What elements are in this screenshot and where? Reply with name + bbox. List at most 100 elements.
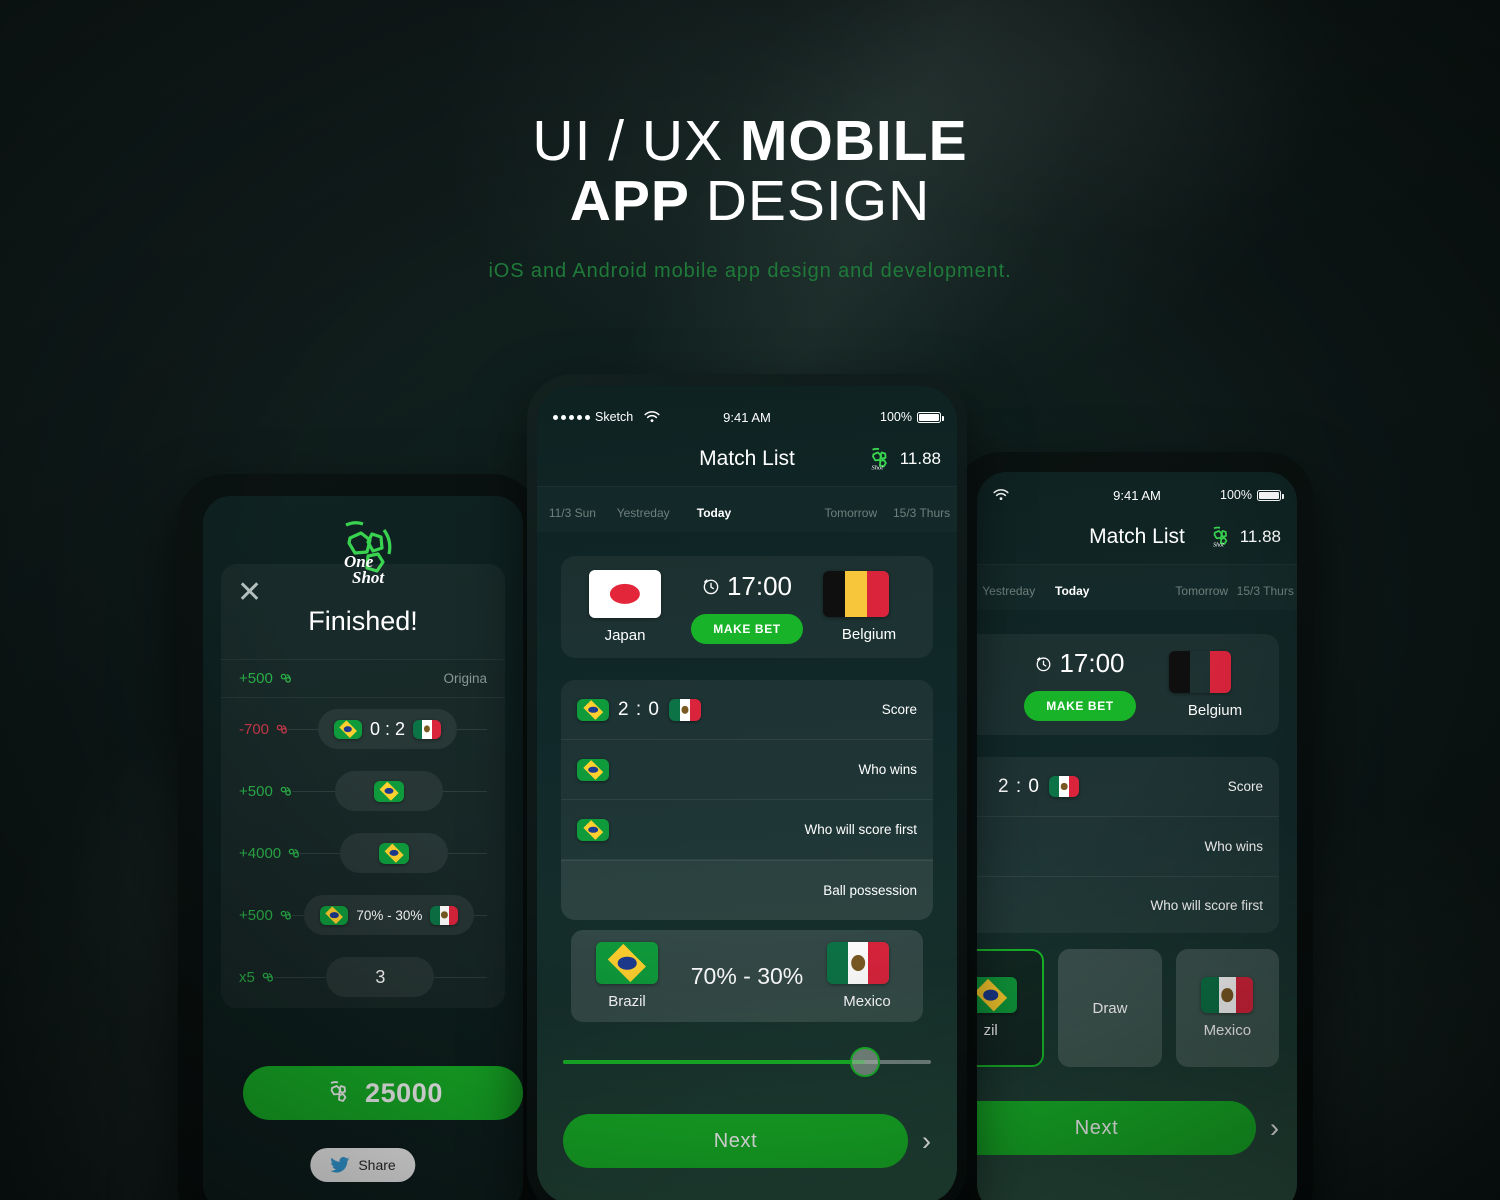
flag-brazil [320,905,349,925]
home-team: Japan [579,570,671,644]
status-time: 9:41 AM [1113,487,1161,503]
score-value: 2 : 0 [998,775,1040,797]
bet-result-row[interactable]: +4000 [221,822,505,884]
payout-amount: 25000 [364,1077,444,1108]
make-bet-button[interactable]: MAKE BET [691,613,803,644]
choice-mexico[interactable]: Mexico [1175,949,1279,1067]
possession-slider[interactable] [563,1047,931,1077]
payout-button[interactable]: 25000 [243,1066,523,1120]
original-stake-row: +500 Origina [221,659,505,698]
finished-modal: ✕ Finished! +500 Origina -700 0: 2 +500… [221,564,505,1008]
tab-11-3-sun[interactable]: 11/3 Sun [537,506,608,532]
phone-center-screen: Sketch 9:41 AM 100% Match List Shot 11.8… [537,386,957,1200]
choice-label: Mexico [1203,1022,1252,1039]
coin-icon [262,972,273,982]
chevron-right-icon[interactable]: › [922,1127,931,1155]
flag-brazil [977,977,1017,1013]
hero-line1-light: UI / UX [532,109,740,173]
next-row: Next › [977,1101,1279,1155]
coin-icon [280,910,291,920]
hero-section: UI / UX MOBILE APP DESIGN iOS and Androi… [0,112,1500,283]
one-shot-ball-icon: Shot [1213,526,1227,549]
tab-yestreday[interactable]: Yestreday [608,506,679,532]
tab-tomorrow[interactable]: Tomorrow [815,506,886,532]
bet-result-pill: 0 : 2 [318,709,458,749]
tab-15-3-thurs[interactable]: 15/3 Thurs [886,506,957,532]
match-card[interactable]: 17:00 MAKE BET Belgium [977,634,1279,735]
bet-result-row[interactable]: x5 3 [221,946,505,1008]
bet-result-row[interactable]: +500 [221,760,505,822]
page-title: UI / UX MOBILE APP DESIGN [0,112,1500,230]
svg-text:Shot: Shot [1213,543,1224,549]
wifi-icon [993,489,1009,500]
next-button[interactable]: Next [977,1101,1256,1155]
modal-header: ✕ Finished! [221,564,505,659]
tab-15-3-thurs[interactable]: 15/3 Thurs [1234,584,1298,610]
bet-row-who-wins[interactable]: Who wins [977,817,1279,877]
modal-title: Finished! [308,606,418,636]
share-button[interactable]: Share [310,1148,416,1182]
possession-panel[interactable]: Brazil 70% - 30% Mexico [571,930,923,1022]
bet-amount: x5 [239,969,274,986]
make-bet-button[interactable]: MAKE BET [1024,691,1136,721]
flag-mexico [1048,776,1079,797]
bet-amount: +500 [239,907,292,924]
choice-brazil[interactable]: zil [977,949,1045,1067]
bet-amount: +4000 [239,845,300,862]
tab-tomorrow[interactable]: Tomorrow [1170,584,1234,610]
slider-knob[interactable] [849,1047,880,1077]
battery-percent: 100% [1220,488,1253,502]
tab-yestreday[interactable]: Yestreday [977,584,1041,610]
tab-today[interactable]: Today [1041,584,1105,610]
bet-row-possession[interactable]: Ball possession [561,860,933,920]
next-button[interactable]: Next [563,1114,908,1168]
clock-icon [703,579,719,595]
match-card[interactable]: Japan 17:00 MAKE BET Belgium [561,556,933,658]
bet-amount: -700 [239,721,288,738]
flag-mexico [1201,977,1254,1013]
bet-options-card: 2 : 0 Score Who wins Who will score firs… [561,680,933,920]
close-icon[interactable]: ✕ [237,578,262,608]
date-tabs[interactable]: Yestreday Today Tomorrow 15/3 Thurs [977,564,1297,610]
chevron-right-icon[interactable]: › [1270,1114,1279,1142]
match-center: 17:00 MAKE BET [671,571,823,644]
bet-row-score-first[interactable]: Who will score first [561,800,933,860]
flag-mexico [827,942,889,984]
kickoff-value: 17:00 [1059,648,1125,678]
tab-today[interactable]: Today [679,506,750,532]
bet-result-row[interactable]: -700 0 : 2 [221,698,505,760]
connector-line [457,728,487,730]
flag-mexico [413,719,442,739]
choice-draw[interactable]: Draw [1058,949,1162,1067]
bet-result-row[interactable]: +500 70% - 30% [221,884,505,946]
connector-line [443,790,488,792]
battery-icon [1257,489,1284,501]
bet-result-pill: 70% - 30% [304,895,475,935]
connector-line [273,976,327,978]
flag-mexico [668,698,701,721]
slider-fill [563,1060,865,1064]
balance-display[interactable]: Shot 11.88 [1207,524,1281,550]
match-center: 17:00 MAKE BET [991,648,1169,721]
wifi-icon [644,411,660,422]
balance-value: 11.88 [899,449,941,468]
connector-line [300,852,340,854]
battery-percent: 100% [880,410,913,424]
bet-row-score-first[interactable]: Who will score first [977,877,1279,933]
bet-row-score[interactable]: 2 : 0 Score [561,680,933,740]
svg-text:Shot: Shot [871,464,883,471]
date-tabs[interactable]: 11/3 Sun Yestreday Today Tomorrow 15/3 Thurs [537,486,957,532]
flag-brazil [378,842,409,864]
balance-display[interactable]: Shot 11.88 [865,445,941,473]
status-bar: Sketch 9:41 AM 100% [537,402,957,432]
away-team-name: Belgium [1187,701,1243,719]
bet-row-who-wins[interactable]: Who wins [561,740,933,800]
phone-left-screen: One Shot ✕ Finished! +500 Origina -700 0… [203,496,523,1200]
kickoff-time: 17:00 [991,648,1169,679]
bet-row-label: Who will score first [804,822,917,837]
connector-line [474,914,487,916]
bet-row-score[interactable]: 2 : 0 Score [977,757,1279,817]
choice-label: zil [983,1022,998,1039]
possession-value: 70% - 30% [356,907,423,923]
one-shot-ball-icon [330,1081,347,1102]
